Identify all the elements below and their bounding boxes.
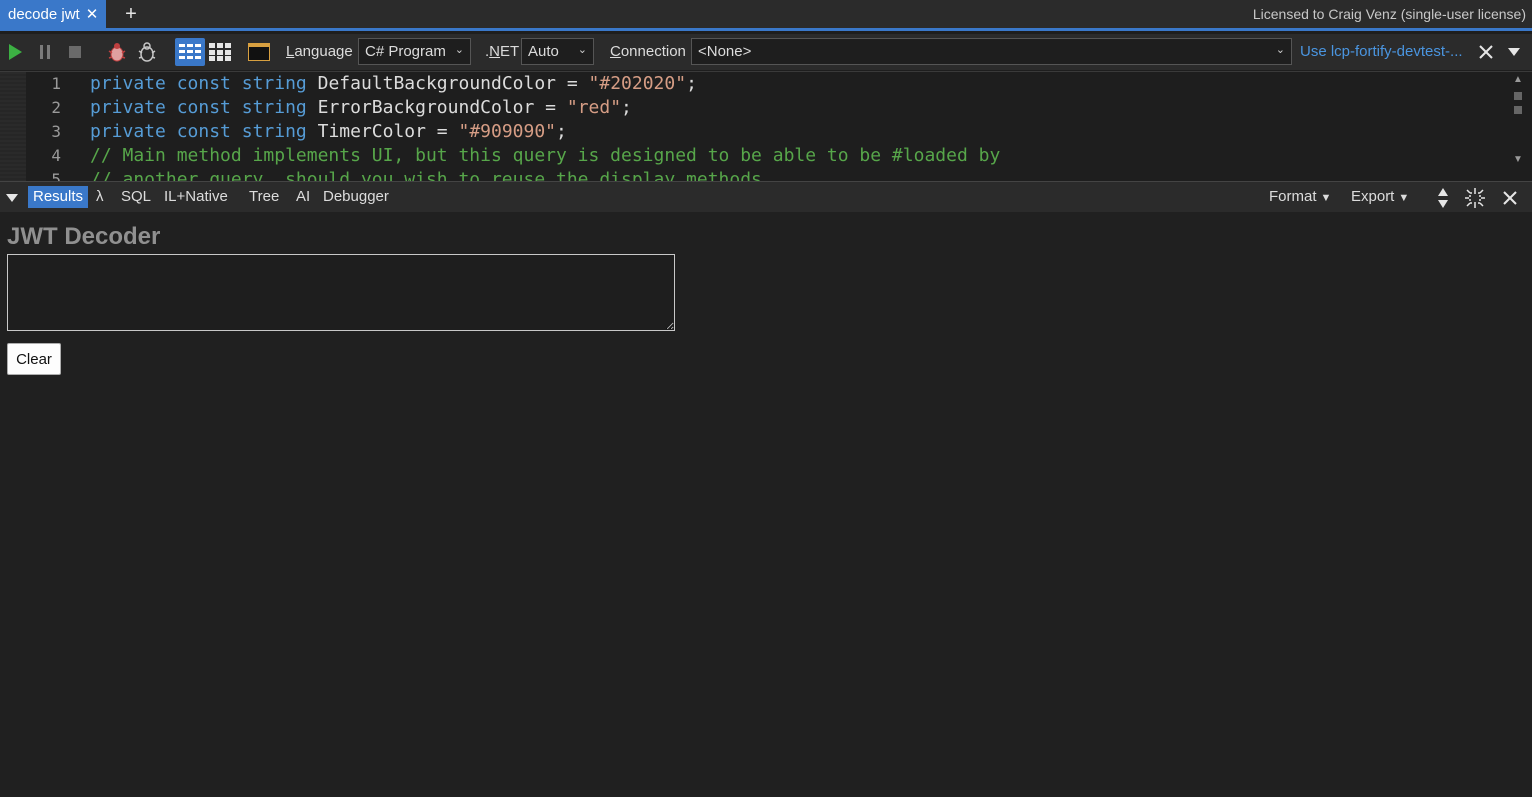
- debug-attach-icon[interactable]: [134, 34, 160, 70]
- results-tab-strip: Results λ SQL IL+Native Tree AI Debugger…: [0, 181, 1532, 212]
- toolbar: Language C# Program ⌄ .NET Auto ⌄ Connec…: [0, 34, 1532, 70]
- caret-down-icon: ▼: [1320, 192, 1332, 204]
- line-number: 3: [51, 122, 61, 141]
- rich-text-results-icon[interactable]: [175, 38, 205, 66]
- editor-margin: [0, 72, 26, 181]
- license-text: Licensed to Craig Venz (single-user lice…: [1252, 6, 1526, 22]
- tab-tree[interactable]: Tree: [244, 186, 284, 208]
- clear-button[interactable]: Clear: [7, 343, 61, 375]
- tab-lambda[interactable]: λ: [91, 186, 109, 208]
- close-icon[interactable]: [1476, 34, 1496, 70]
- tab-ai[interactable]: AI: [291, 186, 315, 208]
- line-number: 5: [51, 170, 61, 181]
- code-line: private const string DefaultBackgroundCo…: [90, 73, 697, 94]
- connection-select[interactable]: <None> ⌄: [691, 38, 1292, 65]
- line-number: 2: [51, 98, 61, 117]
- pause-icon[interactable]: [34, 34, 56, 70]
- close-results-icon[interactable]: [1500, 182, 1520, 213]
- line-number-gutter: 1 2 3 4 5: [26, 72, 66, 181]
- title-bar: decode jwt ✕ + Licensed to Craig Venz (s…: [0, 0, 1532, 31]
- language-label: Language: [286, 43, 353, 60]
- new-tab-icon[interactable]: +: [120, 2, 142, 26]
- caret-down-icon: ▼: [1398, 192, 1410, 204]
- close-tab-icon[interactable]: ✕: [86, 5, 99, 23]
- format-menu[interactable]: Format ▼: [1269, 186, 1331, 208]
- results-panel: JWT Decoder Clear: [0, 212, 1532, 797]
- net-version-select[interactable]: Auto ⌄: [521, 38, 594, 65]
- code-line: // Main method implements UI, but this q…: [90, 145, 1001, 166]
- toggle-output-panel-icon[interactable]: [247, 34, 271, 70]
- resize-panel-icon[interactable]: [1435, 182, 1451, 213]
- code-line: private const string ErrorBackgroundColo…: [90, 97, 632, 118]
- scroll-down-icon[interactable]: ▼: [1510, 154, 1526, 168]
- scroll-thumb[interactable]: [1514, 106, 1522, 114]
- language-select[interactable]: C# Program ⌄: [358, 38, 471, 65]
- language-select-value: C# Program: [365, 43, 446, 60]
- editor-scrollbar[interactable]: ▲ ▼: [1510, 74, 1526, 180]
- chevron-down-icon: ⌄: [454, 44, 464, 56]
- use-connection-link[interactable]: Use lcp-fortify-devtest-...: [1300, 43, 1463, 60]
- collapse-results-icon[interactable]: [4, 182, 20, 213]
- connection-value: <None>: [698, 43, 752, 60]
- code-line: private const string TimerColor = "#9090…: [90, 121, 567, 142]
- debug-bug-icon[interactable]: [104, 34, 130, 70]
- query-tab[interactable]: decode jwt ✕: [0, 0, 106, 28]
- code-editor[interactable]: 1 2 3 4 5 private const string DefaultBa…: [0, 71, 1532, 181]
- scroll-up-icon[interactable]: ▲: [1510, 74, 1526, 88]
- scroll-thumb[interactable]: [1514, 92, 1522, 100]
- page-title: JWT Decoder: [7, 223, 161, 250]
- code-lines[interactable]: private const string DefaultBackgroundCo…: [90, 72, 1000, 181]
- code-line: // another query, should you wish to reu…: [90, 169, 773, 181]
- line-number: 1: [51, 74, 61, 93]
- stop-icon[interactable]: [64, 34, 86, 70]
- undock-results-icon[interactable]: [1464, 182, 1486, 213]
- line-number: 4: [51, 146, 61, 165]
- export-menu[interactable]: Export ▼: [1351, 186, 1409, 208]
- tab-results[interactable]: Results: [28, 186, 89, 208]
- run-icon[interactable]: [4, 34, 26, 70]
- chevron-down-icon: ⌄: [577, 44, 587, 56]
- jwt-input[interactable]: [7, 254, 675, 331]
- data-grid-results-icon[interactable]: [207, 34, 233, 70]
- connection-label: Connection: [610, 43, 686, 60]
- tab-sql[interactable]: SQL: [116, 186, 156, 208]
- toolbar-menu-icon[interactable]: [1504, 34, 1524, 70]
- tab-il-native[interactable]: IL+Native: [159, 186, 233, 208]
- query-tab-label: decode jwt: [8, 5, 80, 23]
- net-label: .NET: [485, 43, 520, 60]
- tab-debugger[interactable]: Debugger: [318, 186, 394, 208]
- chevron-down-icon: ⌄: [1275, 44, 1285, 56]
- net-version-value: Auto: [528, 43, 559, 60]
